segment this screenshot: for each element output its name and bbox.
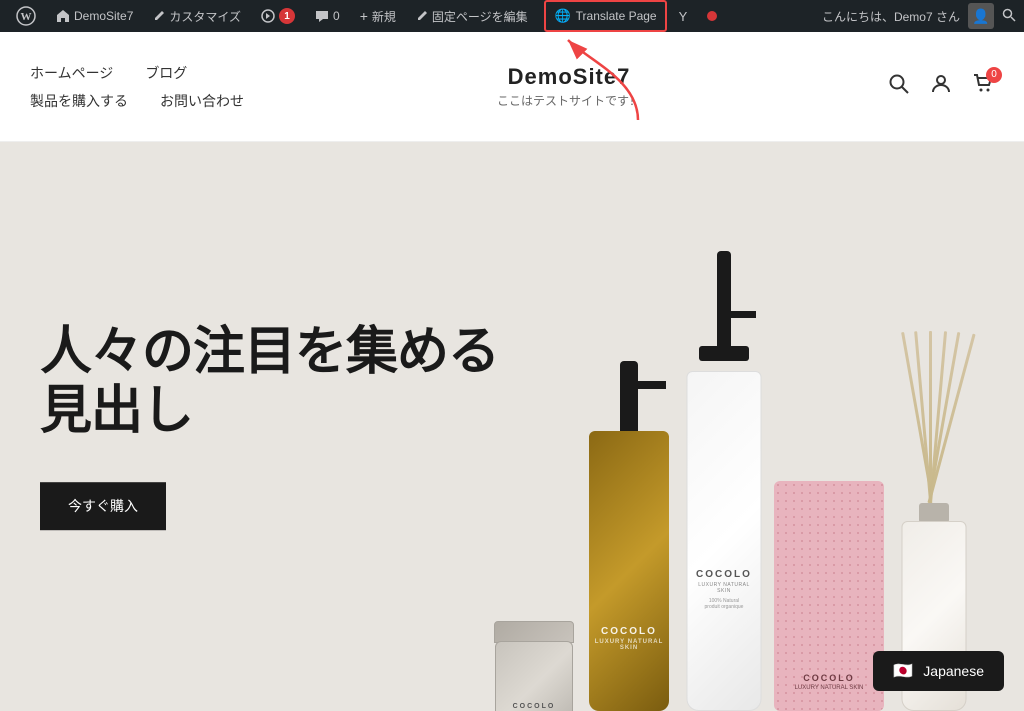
translate-page-button[interactable]: 🌐 Translate Page [544,0,667,32]
site-tagline: ここはテストサイトです！ [280,92,858,109]
nav-row-1: ホームページ ブログ [30,63,250,83]
updates-icon [261,9,275,23]
nav-contact[interactable]: お問い合わせ [160,91,244,111]
hero-heading: 人々の注目を集める 見出し [40,323,499,443]
customize-label: カスタマイズ [169,8,241,25]
main-navigation: ホームページ ブログ 製品を購入する お問い合わせ [0,63,280,111]
status-dot-button[interactable] [699,0,725,32]
site-branding: DemoSite7 ここはテストサイトです！ [280,64,858,109]
site-title[interactable]: DemoSite7 [280,64,858,90]
comments-count: 0 [333,9,340,23]
wp-logo-icon: W [16,6,36,26]
white-pump-body: COCOLO LUXURY NATURAL SKIN 100% Naturalp… [687,371,762,711]
white-pump-nozzle [726,311,756,318]
translate-icon: 🌐 [554,9,572,23]
updates-button[interactable]: 1 [253,0,303,32]
search-icon [1002,8,1016,22]
search-icon [888,73,910,95]
customize-button[interactable]: カスタマイズ [145,0,249,32]
site-name-label: DemoSite7 [74,9,133,23]
hero-content: 人々の注目を集める 見出し 今すぐ購入 [40,323,499,531]
search-admin-button[interactable] [1002,8,1016,25]
pencil-icon [153,10,165,22]
nav-blog[interactable]: ブログ [145,63,187,83]
white-pump-text: COCOLO LUXURY NATURAL SKIN 100% Naturalp… [692,569,757,610]
edit-icon [416,10,428,22]
greeting-text: こんにちは、Demo7 さん [822,8,960,25]
edit-label: 固定ページを編集 [432,8,528,25]
new-content-button[interactable]: + 新規 [352,0,404,32]
product-amber-pump: COCOLO LUXURY NATURAL SKIN [584,331,674,711]
jar-small-label: COCOLO [502,703,567,710]
updates-count: 1 [279,8,295,24]
site-header: ホームページ ブログ 製品を購入する お問い合わせ DemoSite7 ここはテ… [0,32,1024,142]
account-button[interactable] [930,73,952,101]
cart-button[interactable]: 0 [972,73,994,101]
avatar[interactable]: 👤 [968,3,994,29]
product-jar-small: COCOLO [494,581,574,711]
pump-body: COCOLO LUXURY NATURAL SKIN [589,431,669,711]
pink-box-sublabel: LUXURY NATURAL SKIN [795,685,864,691]
status-dot-icon [707,11,717,21]
hero-products: COCOLO COCOLO LUXURY NATURAL SKIN [444,142,1024,711]
flag-icon: 🇯🇵 [893,661,913,681]
hero-section: 人々の注目を集める 見出し 今すぐ購入 COCOLO COCOLO [0,142,1024,711]
hero-cta-button[interactable]: 今すぐ購入 [40,482,166,530]
pump-head [620,361,638,441]
nav-shop[interactable]: 製品を購入する [30,91,128,111]
diffuser-reeds [904,331,964,531]
white-pump-head [717,251,731,351]
jar-small-body: COCOLO [495,641,573,711]
diffuser-collar [919,503,949,523]
product-white-pump: COCOLO LUXURY NATURAL SKIN 100% Naturalp… [684,251,764,711]
new-label: 新規 [372,8,396,25]
yoast-button[interactable]: Y [671,0,696,32]
language-selector[interactable]: 🇯🇵 Japanese [873,651,1004,691]
search-button[interactable] [888,73,910,101]
nav-home[interactable]: ホームページ [30,63,113,83]
pump-label: COCOLO LUXURY NATURAL SKIN [594,626,664,651]
nav-row-2: 製品を購入する お問い合わせ [30,91,250,111]
hero-heading-line1: 人々の注目を集める [40,323,499,381]
cart-count: 0 [986,67,1002,83]
white-pump-collar [699,346,749,361]
product-pink-box: COCOLO LUXURY NATURAL SKIN [774,481,884,711]
wp-logo-button[interactable]: W [8,0,44,32]
pump-nozzle [631,381,666,389]
admin-bar: W DemoSite7 カスタマイズ 1 0 + 新規 固定ページ [0,0,1024,32]
svg-text:W: W [21,11,32,23]
jar-small-lid [494,621,574,643]
comments-button[interactable]: 0 [307,0,348,32]
site-name-button[interactable]: DemoSite7 [48,0,141,32]
admin-bar-right: こんにちは、Demo7 さん 👤 [822,3,1016,29]
home-icon [56,9,70,23]
product-group: COCOLO COCOLO LUXURY NATURAL SKIN [494,142,974,711]
header-icons: 0 [858,73,1024,101]
hero-heading-line2: 見出し [40,383,193,441]
user-icon [930,73,952,95]
comments-icon [315,10,329,22]
language-label: Japanese [923,663,984,679]
plus-icon: + [360,8,368,24]
yoast-icon: Y [679,9,688,24]
pink-box-brand: COCOLO [803,673,855,683]
translate-label: Translate Page [576,9,657,23]
edit-page-button[interactable]: 固定ページを編集 [408,0,536,32]
avatar-icon: 👤 [972,8,989,25]
